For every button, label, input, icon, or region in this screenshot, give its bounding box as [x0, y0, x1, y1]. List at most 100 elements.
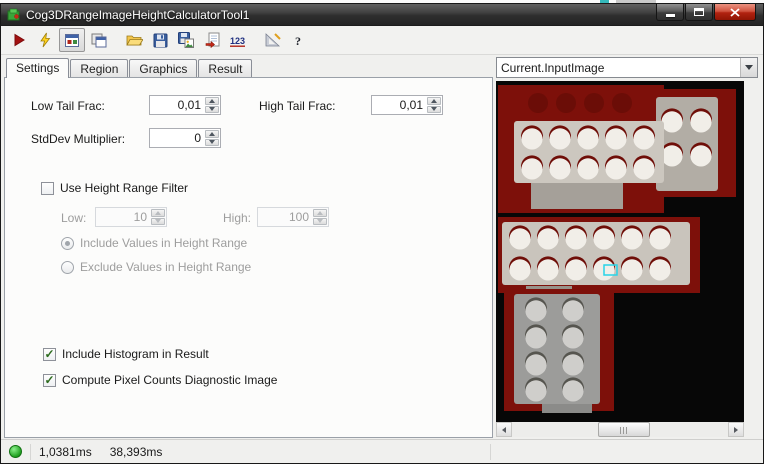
svg-text:?: ? [295, 34, 301, 48]
minimize-icon [665, 14, 675, 17]
toolbar: 123 ? [1, 26, 763, 55]
maximize-icon [694, 8, 704, 16]
electric-run-icon [40, 32, 51, 48]
window-controls [656, 4, 756, 21]
tab-settings[interactable]: Settings [6, 58, 70, 78]
tab-graphics[interactable]: Graphics [129, 59, 198, 77]
stddev-multiplier-value[interactable]: 0 [150, 129, 205, 147]
horizontal-scrollbar[interactable] [496, 422, 744, 437]
tool-app-icon [7, 8, 19, 20]
selected-image-name: Current.InputImage [501, 60, 605, 75]
calibration-icon [265, 33, 281, 47]
save-image-button[interactable] [174, 28, 198, 52]
low-label: Low: [61, 211, 87, 225]
high-label: High: [223, 211, 252, 225]
settings-tab-page: Low Tail Frac: 0,01 High Tail Frac: 0,01 [4, 77, 493, 438]
exclude-values-radio: Exclude Values in Height Range [61, 260, 251, 274]
image-panel: Current.InputImage [496, 57, 760, 437]
close-icon [730, 7, 740, 17]
image-selector-combo[interactable]: Current.InputImage [496, 57, 758, 78]
scroll-track[interactable] [512, 422, 728, 437]
scroll-thumb[interactable] [598, 422, 651, 437]
show-image-display-icon [65, 33, 79, 47]
compute-pixel-counts-label: Compute Pixel Counts Diagnostic Image [62, 373, 278, 387]
scroll-right-button[interactable] [728, 422, 744, 437]
checkbox-box [41, 181, 54, 195]
import-button[interactable] [200, 28, 224, 52]
status-separator [30, 443, 31, 460]
help-button[interactable]: ? [287, 28, 311, 52]
electric-run-button[interactable] [33, 28, 57, 52]
spin-down-button [313, 217, 327, 225]
status-bar: 1,0381ms 38,393ms [1, 439, 763, 463]
close-button[interactable] [714, 4, 756, 21]
number-display-button[interactable]: 123 [226, 28, 250, 52]
copy-records-button[interactable] [87, 28, 111, 52]
image-display-area[interactable] [496, 81, 744, 437]
radio-circle [61, 236, 74, 250]
high-tail-frac-value[interactable]: 0,01 [372, 96, 427, 114]
window-title: Cog3DRangeImageHeightCalculatorTool1 [26, 7, 250, 22]
exclude-values-label: Exclude Values in Height Range [80, 260, 252, 274]
compute-pixel-counts-checkbox[interactable]: Compute Pixel Counts Diagnostic Image [43, 373, 277, 387]
spin-down-button[interactable] [205, 105, 219, 113]
high-tail-frac-input[interactable]: 0,01 [371, 95, 443, 115]
spin-down-button[interactable] [205, 138, 219, 146]
save-button[interactable] [148, 28, 172, 52]
number-display-icon: 123 [229, 36, 245, 47]
help-icon: ? [295, 34, 301, 48]
radio-circle [61, 260, 74, 274]
low-input: 10 [95, 207, 167, 227]
low-tail-frac-input[interactable]: 0,01 [149, 95, 221, 115]
arrow-right-icon [734, 426, 738, 433]
run-button[interactable] [7, 28, 31, 52]
range-image[interactable] [496, 81, 744, 422]
status-separator [490, 444, 491, 460]
high-tail-frac-label: High Tail Frac: [259, 99, 336, 113]
save-image-icon [178, 32, 194, 48]
combo-dropdown-button[interactable] [740, 58, 757, 77]
stddev-multiplier-label: StdDev Multiplier: [31, 132, 126, 146]
include-histogram-label: Include Histogram in Result [62, 347, 209, 361]
open-file-icon [125, 35, 143, 46]
include-values-label: Include Values in Height Range [80, 236, 248, 250]
minimize-button[interactable] [656, 4, 684, 21]
tool-editor-window: Cog3DRangeImageHeightCalculatorTool1 123… [0, 3, 764, 464]
low-tail-frac-label: Low Tail Frac: [31, 99, 105, 113]
screen: Cog3DRangeImageHeightCalculatorTool1 123… [0, 0, 764, 464]
tab-result[interactable]: Result [198, 59, 253, 77]
checkbox-box [43, 373, 56, 387]
import-icon [205, 32, 219, 48]
svg-text:123: 123 [230, 36, 245, 46]
spin-up-button[interactable] [205, 97, 219, 105]
include-histogram-checkbox[interactable]: Include Histogram in Result [43, 347, 209, 361]
use-height-range-filter-checkbox[interactable]: Use Height Range Filter [41, 181, 188, 195]
tool-edit-panel: Settings Region Graphics Result Low Tail… [4, 57, 493, 438]
app-icon[interactable] [6, 7, 21, 22]
spin-up-button[interactable] [427, 97, 441, 105]
status-ok-light [9, 445, 22, 458]
run-icon [14, 33, 25, 47]
spin-down-button [151, 217, 165, 225]
calibration-button[interactable] [261, 28, 285, 52]
spin-down-button[interactable] [427, 105, 441, 113]
copy-records-icon [91, 33, 107, 47]
low-value: 10 [133, 210, 147, 224]
spin-up-button [151, 209, 165, 217]
chevron-down-icon [745, 65, 753, 70]
stddev-multiplier-input[interactable]: 0 [149, 128, 221, 148]
open-file-button[interactable] [122, 28, 146, 52]
spin-up-button[interactable] [205, 130, 219, 138]
total-time-text: 38,393ms [109, 444, 163, 459]
show-image-display-button[interactable] [59, 28, 85, 52]
spin-up-button [313, 209, 327, 217]
scroll-left-button[interactable] [496, 422, 512, 437]
high-value: 100 [288, 210, 309, 224]
include-values-radio: Include Values in Height Range [61, 236, 247, 250]
titlebar[interactable]: Cog3DRangeImageHeightCalculatorTool1 [1, 4, 763, 26]
low-tail-frac-value[interactable]: 0,01 [150, 96, 205, 114]
tab-region[interactable]: Region [70, 59, 129, 77]
high-input: 100 [257, 207, 329, 227]
use-height-range-filter-label: Use Height Range Filter [60, 181, 189, 195]
maximize-button[interactable] [685, 4, 713, 21]
